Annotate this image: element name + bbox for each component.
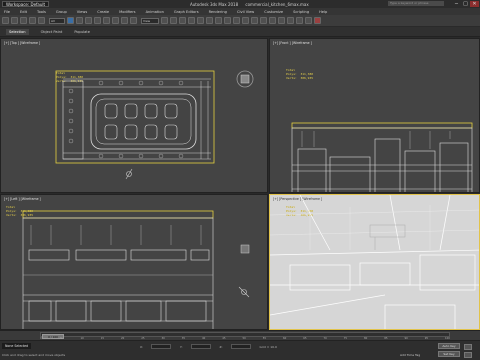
viewport-left[interactable]: [+] [Left ] [Wireframe ] Total Polys: 31… — [0, 194, 268, 330]
window-title: Autodesk 3ds Max 2018 commercial_kitchen… — [190, 2, 315, 7]
material-editor-icon[interactable] — [287, 17, 294, 24]
ribbon-tab-populate[interactable]: Populate — [74, 30, 90, 34]
prompt-line: Click and drag to select and move object… — [2, 353, 66, 357]
viewport-top[interactable]: [+] [Top ] [Wireframe ] Total Polys: 311… — [0, 38, 268, 193]
keyboard-shortcut-icon[interactable] — [179, 17, 186, 24]
menu-graph-editors[interactable]: Graph Editors — [174, 10, 199, 14]
grid-label: Grid = 10.0 — [259, 344, 277, 349]
menu-help[interactable]: Help — [319, 10, 327, 14]
select-object-icon[interactable] — [67, 17, 74, 24]
bind-space-warp-icon[interactable] — [38, 17, 45, 24]
x-field[interactable] — [151, 344, 172, 349]
file-name: commercial_kitchen_6max.max — [245, 1, 309, 7]
title-bar: Workspace: Default Autodesk 3ds Max 2018… — [0, 0, 480, 8]
angle-snap-icon[interactable] — [197, 17, 204, 24]
render-setup-icon[interactable] — [296, 17, 303, 24]
window-crossing-icon[interactable] — [94, 17, 101, 24]
snaps-toggle-icon[interactable] — [188, 17, 195, 24]
viewport-front[interactable]: [+] [Front ] [Wireframe ] Total Polys: 3… — [269, 38, 480, 193]
search-input[interactable]: Type a keyword or phrase — [388, 1, 444, 6]
menu-views[interactable]: Views — [77, 10, 87, 14]
menu-rendering[interactable]: Rendering — [209, 10, 227, 14]
3dsmax-window: Workspace: Default Autodesk 3ds Max 2018… — [0, 0, 480, 360]
light-icon — [238, 286, 250, 298]
edit-named-selection-icon[interactable] — [224, 17, 231, 24]
selection-status: None Selected — [2, 343, 32, 349]
rendered-frame-window-icon[interactable] — [305, 17, 312, 24]
auto-key-button[interactable]: Auto Key — [438, 343, 460, 349]
menu-tools[interactable]: Tools — [37, 10, 46, 14]
menu-create[interactable]: Create — [97, 10, 109, 14]
unlink-icon[interactable] — [29, 17, 36, 24]
status-bar: None Selected Click and drag to select a… — [0, 340, 480, 360]
menu-file[interactable]: File — [4, 10, 10, 14]
light-icon — [125, 168, 133, 180]
select-by-name-icon[interactable] — [76, 17, 83, 24]
select-scale-icon[interactable] — [121, 17, 128, 24]
z-field[interactable] — [230, 344, 251, 349]
viewport-perspective[interactable]: [+] [Perspective ] [Wireframe ] Total Po… — [269, 194, 480, 330]
link-icon[interactable] — [20, 17, 27, 24]
select-manipulate-icon[interactable] — [170, 17, 177, 24]
viewcube-icon[interactable] — [240, 244, 250, 254]
mirror-icon[interactable] — [233, 17, 240, 24]
rectangular-selection-icon[interactable] — [85, 17, 92, 24]
left-wireframe — [22, 210, 250, 329]
menu-group[interactable]: Group — [56, 10, 67, 14]
schematic-view-icon[interactable] — [278, 17, 285, 24]
menu-animation[interactable]: Animation — [146, 10, 164, 14]
perspective-wireframe — [270, 195, 479, 329]
toggle-layer-explorer-icon[interactable] — [260, 17, 267, 24]
percent-snap-icon[interactable] — [206, 17, 213, 24]
pivot-center-icon[interactable] — [161, 17, 168, 24]
menu-modifiers[interactable]: Modifiers — [119, 10, 135, 14]
curve-editor-icon[interactable] — [269, 17, 276, 24]
x-label: X: — [140, 344, 144, 349]
viewcube-icon[interactable] — [236, 70, 254, 88]
y-label: Y: — [180, 344, 183, 349]
undo-icon[interactable] — [2, 17, 9, 24]
minimize-icon[interactable]: − — [452, 1, 461, 7]
zoom-extents-icon[interactable] — [464, 352, 472, 358]
coordinate-display: X: Y: Z: Grid = 10.0 — [140, 344, 285, 349]
reference-coord-dropdown[interactable]: View — [141, 17, 159, 24]
workspace-selector[interactable]: Workspace: Default — [2, 1, 50, 7]
menu-civil-view[interactable]: Civil View — [237, 10, 254, 14]
toggle-scene-explorer-icon[interactable] — [251, 17, 258, 24]
select-rotate-icon[interactable] — [112, 17, 119, 24]
add-time-tag-button[interactable]: Add Time Tag — [400, 353, 420, 357]
play-icon[interactable] — [464, 344, 472, 350]
main-toolbar: All View — [0, 15, 480, 27]
front-wireframe — [291, 122, 473, 192]
spinner-snap-icon[interactable] — [215, 17, 222, 24]
y-field[interactable] — [190, 344, 211, 349]
placement-icon[interactable] — [130, 17, 137, 24]
redo-icon[interactable] — [11, 17, 18, 24]
ribbon-tab-object-paint[interactable]: Object Paint — [41, 30, 63, 34]
app-name: Autodesk 3ds Max 2018 — [190, 1, 239, 7]
ribbon-tab-selection[interactable]: Selection — [6, 28, 29, 35]
menu-customize[interactable]: Customize — [264, 10, 283, 14]
z-label: Z: — [219, 344, 223, 349]
viewport-area: [+] [Top ] [Wireframe ] Total Polys: 311… — [0, 37, 480, 330]
top-wireframe — [55, 70, 254, 180]
ribbon-bar: Selection Object Paint Populate — [0, 27, 480, 37]
menu-edit[interactable]: Edit — [20, 10, 27, 14]
selection-filter-dropdown[interactable]: All — [49, 17, 65, 24]
select-move-icon[interactable] — [103, 17, 110, 24]
maximize-icon[interactable]: □ — [461, 1, 470, 7]
menu-bar: File Edit Tools Group Views Create Modif… — [0, 8, 480, 15]
align-icon[interactable] — [242, 17, 249, 24]
set-key-button[interactable]: Set Key — [438, 351, 460, 357]
close-icon[interactable]: ✕ — [470, 1, 479, 7]
time-slider-bar: 0 / 100 0 5 10 15 20 25 30 35 40 45 50 55 60 65 70 75 80… — [0, 330, 480, 340]
render-production-icon[interactable] — [314, 17, 321, 24]
menu-scripting[interactable]: Scripting — [293, 10, 309, 14]
